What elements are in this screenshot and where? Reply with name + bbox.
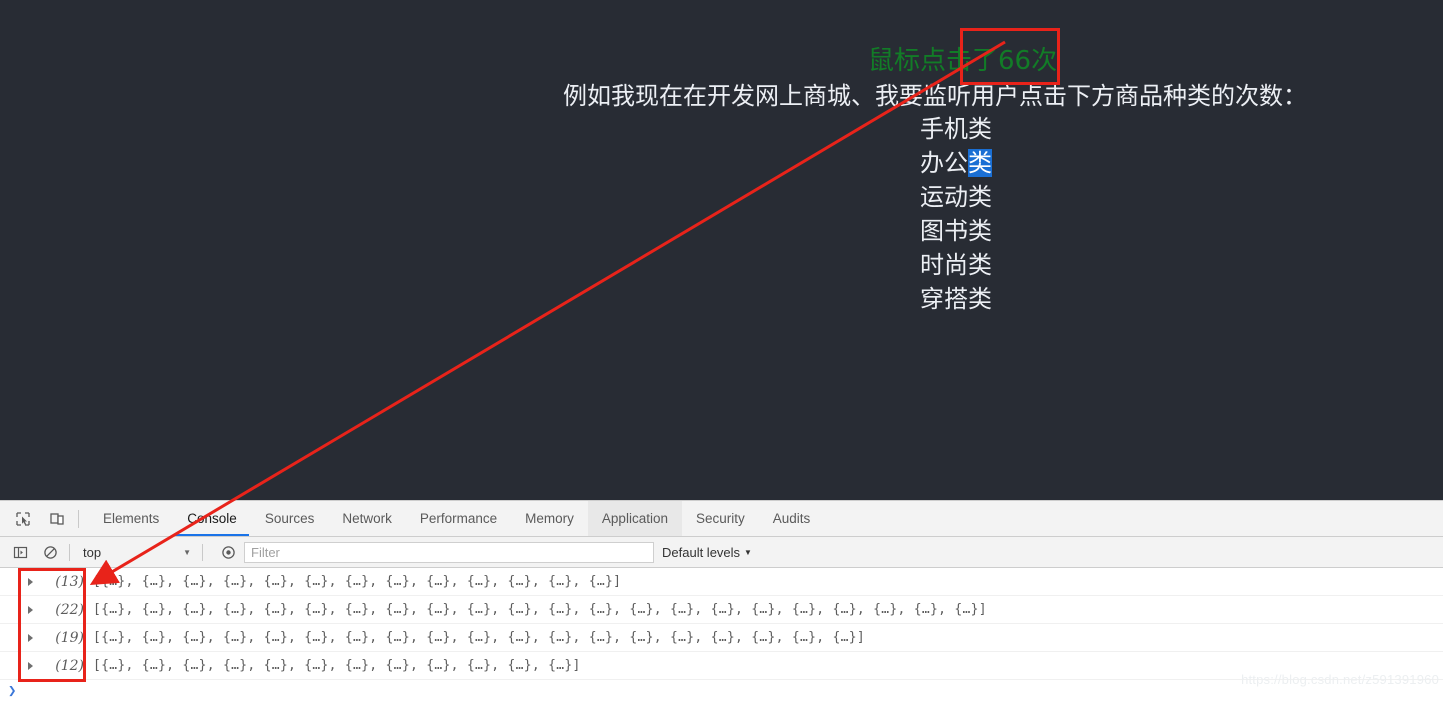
array-count: (22) [55,601,84,618]
category-item-books[interactable]: 图书类 [920,214,992,248]
tab-application[interactable]: Application [587,501,682,536]
console-toolbar-divider [69,543,70,561]
category-label-suffix-selected: 类 [968,149,992,177]
console-output: (13) [{…}, {…}, {…}, {…}, {…}, {…}, {…},… [0,568,1443,701]
tab-label: Audits [772,511,811,526]
category-label-prefix: 穿搭 [920,285,968,313]
expand-arrow-icon[interactable] [28,577,33,586]
category-item-sports[interactable]: 运动类 [920,180,992,214]
expand-arrow-icon[interactable] [28,661,33,670]
live-expression-icon[interactable] [216,540,240,564]
chevron-down-icon: ▼ [183,547,191,557]
console-row[interactable]: (19) [{…}, {…}, {…}, {…}, {…}, {…}, {…},… [0,624,1443,652]
category-label-prefix: 办公 [920,149,968,177]
category-label-prefix: 时尚 [920,251,968,279]
category-label-suffix: 类 [968,285,992,313]
tab-label: Application [601,511,668,526]
screenshot-root: 鼠标点击了66次 例如我现在在开发网上商城、我要监听用户点击下方商品种类的次数：… [0,0,1443,701]
console-row[interactable]: (12) [{…}, {…}, {…}, {…}, {…}, {…}, {…},… [0,652,1443,680]
log-levels-dropdown[interactable]: Default levels ▼ [662,545,752,560]
toolbar-divider [78,509,79,528]
category-item-phone[interactable]: 手机类 [920,112,992,146]
page-heading: 例如我现在在开发网上商城、我要监听用户点击下方商品种类的次数： [563,82,1307,110]
page-viewport: 鼠标点击了66次 例如我现在在开发网上商城、我要监听用户点击下方商品种类的次数：… [0,0,1443,500]
tab-sources[interactable]: Sources [251,501,329,536]
array-preview: [{…}, {…}, {…}, {…}, {…}, {…}, {…}, {…},… [93,574,622,589]
category-list: 手机类 办公类 运动类 图书类 时尚类 穿搭类 [920,112,992,316]
category-label-suffix: 类 [968,183,992,211]
category-label-prefix: 手机 [920,115,968,143]
clear-console-icon[interactable] [38,540,62,564]
prompt-chevron-icon: ❯ [8,683,17,699]
array-preview: [{…}, {…}, {…}, {…}, {…}, {…}, {…}, {…},… [93,630,866,645]
array-preview: [{…}, {…}, {…}, {…}, {…}, {…}, {…}, {…},… [93,602,987,617]
tab-label: Security [695,511,745,526]
expand-arrow-icon[interactable] [28,605,33,614]
filter-input[interactable] [244,541,654,563]
device-toolbar-icon[interactable] [44,506,70,532]
inspect-element-icon[interactable] [10,506,36,532]
array-count: (13) [55,573,84,590]
category-label-prefix: 图书 [920,217,968,245]
category-item-fashion[interactable]: 时尚类 [920,248,992,282]
execution-context-value: top [83,544,102,560]
category-item-outfit[interactable]: 穿搭类 [920,282,992,316]
console-row[interactable]: (22) [{…}, {…}, {…}, {…}, {…}, {…}, {…},… [0,596,1443,624]
tab-label: Sources [264,511,315,526]
console-sidebar-icon[interactable] [8,540,32,564]
execution-context-select[interactable]: top ▼ [77,541,195,563]
tab-elements[interactable]: Elements [89,501,173,536]
tab-label: Memory [525,511,574,526]
category-label-suffix: 类 [968,217,992,245]
category-item-office[interactable]: 办公类 [920,146,992,180]
tab-security[interactable]: Security [682,501,759,536]
log-levels-label: Default levels [662,544,741,560]
chevron-down-icon: ▼ [744,547,752,557]
array-count: (19) [55,629,84,646]
tab-label: Performance [419,511,498,526]
devtools-panel: Elements Console Sources Network Perform… [0,500,1443,701]
tab-label: Network [342,511,392,526]
tab-label: Console [187,511,237,526]
category-label-suffix: 类 [968,115,992,143]
tab-performance[interactable]: Performance [406,501,511,536]
tab-label: Elements [103,511,160,526]
array-preview: [{…}, {…}, {…}, {…}, {…}, {…}, {…}, {…},… [93,658,581,673]
console-toolbar: top ▼ Default levels ▼ [0,537,1443,568]
tab-audits[interactable]: Audits [759,501,825,536]
tab-memory[interactable]: Memory [511,501,588,536]
console-toolbar-divider-2 [202,543,203,561]
click-counter-text: 鼠标点击了66次 [868,46,1058,76]
console-row[interactable]: (13) [{…}, {…}, {…}, {…}, {…}, {…}, {…},… [0,568,1443,596]
expand-arrow-icon[interactable] [28,633,33,642]
array-count: (12) [55,657,84,674]
tab-network[interactable]: Network [328,501,406,536]
devtools-tabbar: Elements Console Sources Network Perform… [0,501,1443,537]
category-label-prefix: 运动 [920,183,968,211]
tab-console[interactable]: Console [173,501,251,536]
console-prompt[interactable]: ❯ [0,680,1443,701]
category-label-suffix: 类 [968,251,992,279]
